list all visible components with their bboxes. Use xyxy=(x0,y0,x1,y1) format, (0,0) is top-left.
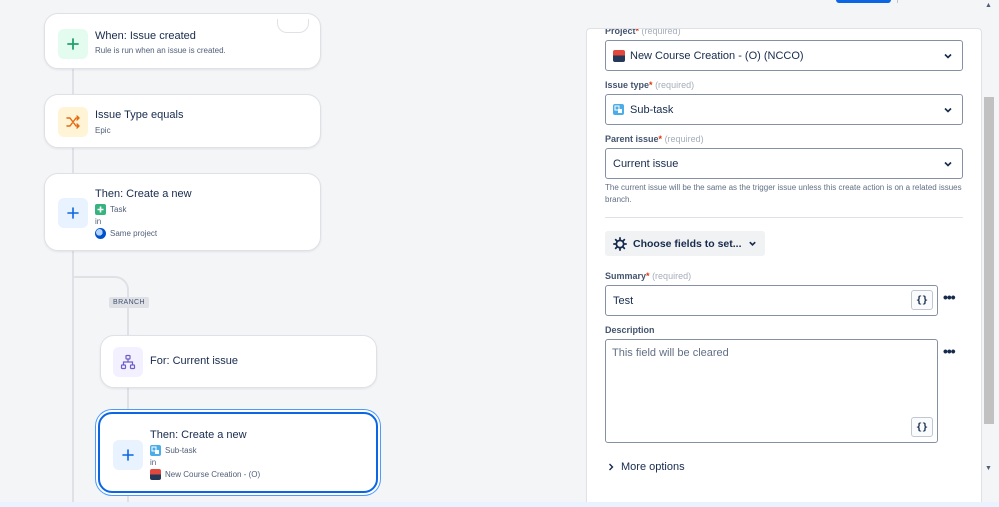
description-placeholder: This field will be cleared xyxy=(612,347,729,359)
choose-fields-button[interactable]: Choose fields to set... xyxy=(605,231,765,256)
project-select[interactable]: New Course Creation - (O) (NCCO) xyxy=(605,40,963,71)
summary-more-button[interactable]: ••• xyxy=(943,289,956,305)
parent-issue-help-text: The current issue will be the same as th… xyxy=(605,183,962,204)
parent-issue-label: Parent issue* (required) xyxy=(605,134,704,144)
action1-project-row: Same project xyxy=(95,228,157,239)
connector-line xyxy=(72,147,74,174)
description-textarea[interactable]: This field will be cleared {} xyxy=(605,339,938,443)
action1-project-label: Same project xyxy=(110,229,158,238)
connector-line xyxy=(72,67,74,95)
add-component-tab[interactable] xyxy=(277,19,309,33)
smart-value-button[interactable]: {} xyxy=(911,417,933,437)
action2-type-row: Sub-task xyxy=(150,445,197,456)
create-task-action-card[interactable]: Then: Create a new Task in Same project xyxy=(44,173,321,251)
action1-in-label: in xyxy=(95,217,102,226)
subtask-type-icon xyxy=(150,445,161,456)
divider xyxy=(605,217,963,218)
globe-icon xyxy=(95,228,106,239)
gear-icon xyxy=(613,236,627,251)
action2-title: Then: Create a new xyxy=(150,429,247,441)
action1-type-row: Task xyxy=(95,204,126,215)
condition-title: Issue Type equals xyxy=(95,109,184,121)
action1-type-label: Task xyxy=(110,205,127,214)
branch-badge: BRANCH xyxy=(109,297,149,308)
more-options-toggle[interactable]: More options xyxy=(607,461,685,473)
project-label: Project* (required) xyxy=(605,28,681,36)
issue-type-select-value: Sub-task xyxy=(630,103,674,116)
action1-title: Then: Create a new xyxy=(95,188,192,200)
plus-icon xyxy=(58,198,88,228)
issue-type-label: Issue type* (required) xyxy=(605,80,695,90)
scroll-up-arrow-icon[interactable]: ▲ xyxy=(985,2,992,9)
shuffle-icon xyxy=(58,107,88,137)
choose-fields-label: Choose fields to set... xyxy=(633,237,742,250)
trigger-subtitle: Rule is run when an issue is created. xyxy=(95,46,226,55)
rule-canvas: When: Issue created Rule is run when an … xyxy=(0,0,585,507)
issue-type-select[interactable]: Sub-task xyxy=(605,94,963,125)
action2-in-label: in xyxy=(150,458,157,467)
task-type-icon xyxy=(95,204,106,215)
connector-line xyxy=(127,387,129,412)
summary-input-value: Test xyxy=(613,295,634,307)
summary-label: Summary* (required) xyxy=(605,271,692,281)
parent-issue-select-value: Current issue xyxy=(613,157,679,170)
toolbar-separator xyxy=(897,0,898,3)
project-avatar-icon xyxy=(613,49,625,62)
description-more-button[interactable]: ••• xyxy=(943,343,956,359)
smart-value-button[interactable]: {} xyxy=(911,290,933,310)
project-select-value: New Course Creation - (O) (NCCO) xyxy=(630,49,804,62)
summary-input[interactable]: Test {} xyxy=(605,285,938,316)
create-subtask-action-card[interactable]: Then: Create a new Sub-task in New Cours… xyxy=(98,412,378,493)
branch-card[interactable]: For: Current issue xyxy=(100,335,377,388)
branch-title: For: Current issue xyxy=(150,355,239,367)
action2-type-label: Sub-task xyxy=(165,446,197,455)
plus-icon xyxy=(113,440,143,470)
chevron-down-icon xyxy=(944,161,952,167)
action-config-panel: Project* (required) New Course Creation … xyxy=(586,28,982,506)
chevron-down-icon xyxy=(944,53,952,59)
trigger-title: When: Issue created xyxy=(95,30,196,42)
connector-line xyxy=(127,306,129,336)
chevron-right-icon xyxy=(609,463,614,471)
scroll-down-arrow-icon[interactable]: ▼ xyxy=(985,465,992,472)
action2-project-label: New Course Creation - (O) xyxy=(165,470,261,479)
chevron-down-icon xyxy=(748,241,756,246)
parent-issue-select[interactable]: Current issue xyxy=(605,148,963,179)
description-label: Description xyxy=(605,325,655,335)
primary-action-button[interactable] xyxy=(836,0,891,3)
hierarchy-icon xyxy=(113,347,143,377)
scrollbar-thumb[interactable] xyxy=(984,97,994,424)
condition-subtitle: Epic xyxy=(95,126,111,135)
more-options-label: More options xyxy=(621,461,685,473)
action2-project-row: New Course Creation - (O) xyxy=(150,469,260,480)
chevron-down-icon xyxy=(944,107,952,113)
project-avatar-icon xyxy=(150,469,161,480)
bottom-bar xyxy=(0,502,999,507)
condition-card[interactable]: Issue Type equals Epic xyxy=(44,94,321,148)
trigger-icon xyxy=(58,29,88,59)
subtask-icon xyxy=(613,104,624,115)
